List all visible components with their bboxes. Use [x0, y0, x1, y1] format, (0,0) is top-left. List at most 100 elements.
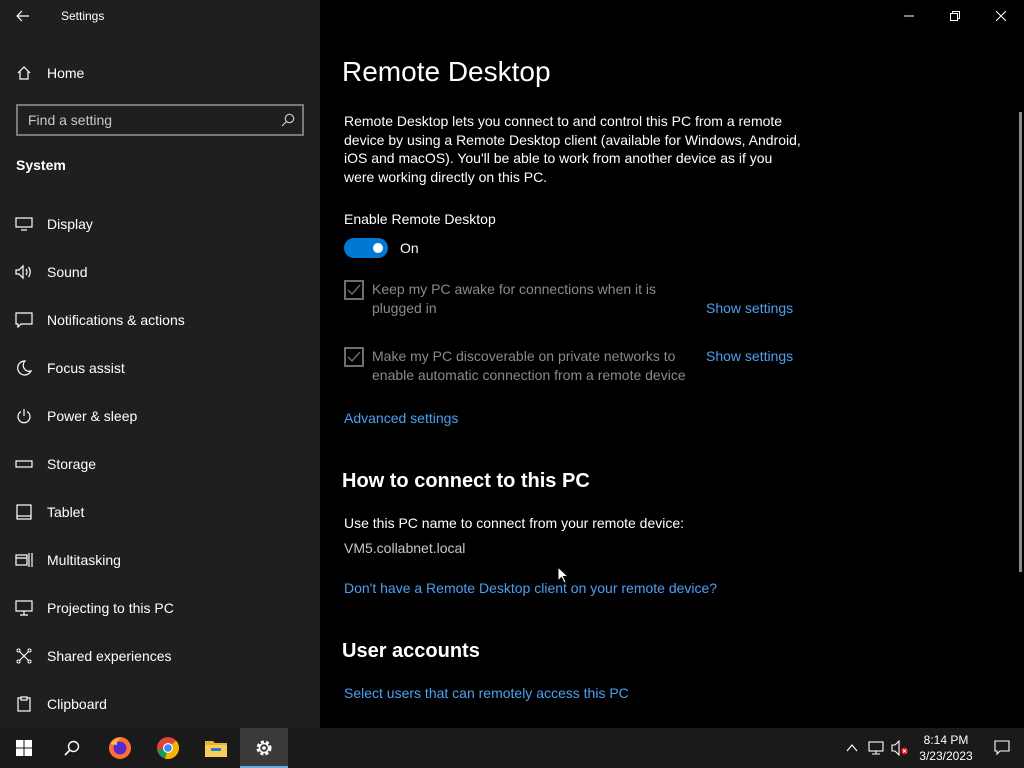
sidebar-item-storage[interactable]: Storage [0, 440, 320, 488]
sidebar-item-multitasking[interactable]: Multitasking [0, 536, 320, 584]
firefox-icon [109, 737, 131, 759]
enable-remote-desktop-toggle[interactable] [344, 238, 388, 258]
show-settings-link-2[interactable]: Show settings [706, 348, 793, 364]
keep-awake-checkbox[interactable] [344, 280, 364, 300]
search-icon [64, 740, 80, 756]
sidebar-item-label: Projecting to this PC [47, 600, 174, 616]
close-button[interactable] [978, 0, 1024, 32]
restore-icon [950, 11, 960, 21]
sidebar-item-notifications[interactable]: Notifications & actions [0, 296, 320, 344]
sidebar-item-label: Storage [47, 456, 97, 472]
checkmark-icon [347, 351, 361, 363]
sidebar-item-sound[interactable]: Sound [0, 248, 320, 296]
shared-icon [15, 647, 33, 665]
enable-remote-desktop-label: Enable Remote Desktop [344, 211, 496, 227]
checkmark-icon [347, 284, 361, 296]
scrollbar[interactable] [1019, 112, 1022, 572]
close-icon [996, 11, 1006, 21]
storage-icon [15, 455, 33, 473]
clock-time: 8:14 PM [923, 733, 969, 747]
moon-icon [15, 359, 33, 377]
taskbar-chrome[interactable] [144, 728, 192, 768]
window-controls [886, 0, 1024, 32]
advanced-settings-link[interactable]: Advanced settings [344, 410, 458, 426]
home-nav-item[interactable]: Home [0, 56, 320, 90]
network-icon [868, 741, 884, 755]
windows-logo-icon [16, 740, 32, 756]
action-center-icon [994, 740, 1010, 756]
sidebar-item-label: Power & sleep [47, 408, 138, 424]
monitor-icon [15, 215, 33, 233]
sidebar-item-label: Multitasking [47, 552, 121, 568]
minimize-button[interactable] [886, 0, 932, 32]
toggle-state-label: On [400, 240, 419, 256]
volume-muted-icon [891, 740, 908, 756]
taskbar-file-explorer[interactable] [192, 728, 240, 768]
search-input[interactable] [18, 112, 274, 128]
restore-button[interactable] [932, 0, 978, 32]
system-tray: 8:14 PM 3/23/2023 [840, 728, 1024, 768]
taskbar-search-button[interactable] [48, 728, 96, 768]
sidebar-item-projecting[interactable]: Projecting to this PC [0, 584, 320, 632]
folder-icon [205, 741, 227, 757]
tablet-icon [15, 503, 33, 521]
search-box[interactable] [16, 104, 304, 136]
get-client-link[interactable]: Don't have a Remote Desktop client on yo… [344, 580, 717, 596]
discoverable-label: Make my PC discoverable on private netwo… [372, 348, 686, 383]
toggle-knob [373, 243, 383, 253]
description: Remote Desktop lets you connect to and c… [344, 113, 801, 185]
pc-name-label: Use this PC name to connect from your re… [344, 515, 685, 531]
sidebar-nav: Display Sound Notifications & actions Fo… [0, 200, 320, 728]
show-hidden-icons-button[interactable] [840, 728, 864, 768]
search-icon[interactable] [274, 106, 302, 134]
user-accounts-heading: User accounts [342, 640, 480, 662]
projecting-icon [15, 599, 33, 617]
clock[interactable]: 8:14 PM 3/23/2023 [912, 732, 980, 764]
page-title: Remote Desktop [342, 56, 551, 87]
main-content: Remote Desktop Remote Desktop lets you c… [320, 0, 1024, 728]
sidebar-item-label: Focus assist [47, 360, 125, 376]
show-settings-link-1[interactable]: Show settings [706, 300, 793, 316]
speaker-icon [15, 263, 33, 281]
chrome-icon [157, 737, 180, 760]
how-to-connect-heading: How to connect to this PC [342, 470, 590, 492]
keep-awake-row: Keep my PC awake for connections when it… [344, 280, 692, 317]
notification-icon [15, 311, 33, 329]
taskbar-firefox[interactable] [96, 728, 144, 768]
start-button[interactable] [0, 728, 48, 768]
discoverable-checkbox[interactable] [344, 347, 364, 367]
clipboard-icon [15, 695, 33, 713]
back-button[interactable] [0, 0, 46, 32]
sidebar-item-tablet[interactable]: Tablet [0, 488, 320, 536]
action-center-button[interactable] [980, 728, 1024, 768]
keep-awake-label: Keep my PC awake for connections when it… [372, 281, 657, 316]
select-users-link[interactable]: Select users that can remotely access th… [344, 685, 629, 701]
title-bar: Settings [0, 0, 320, 32]
sidebar-item-display[interactable]: Display [0, 200, 320, 248]
sidebar-item-label: Shared experiences [47, 648, 172, 664]
home-label: Home [47, 65, 85, 81]
toggle-row: On [344, 238, 419, 258]
gear-icon [256, 740, 272, 756]
volume-button[interactable] [888, 728, 912, 768]
sidebar-item-label: Tablet [47, 504, 85, 520]
clock-date: 3/23/2023 [919, 749, 973, 763]
sidebar-item-clipboard[interactable]: Clipboard [0, 680, 320, 728]
mouse-cursor-icon [557, 566, 569, 584]
back-arrow-icon [16, 10, 29, 22]
sidebar-item-power[interactable]: Power & sleep [0, 392, 320, 440]
chevron-up-icon [846, 744, 858, 752]
taskbar-settings[interactable] [240, 728, 288, 768]
sidebar-item-focus-assist[interactable]: Focus assist [0, 344, 320, 392]
sidebar-item-label: Clipboard [47, 696, 107, 712]
discoverable-row: Make my PC discoverable on private netwo… [344, 347, 692, 384]
multitasking-icon [15, 551, 33, 569]
sidebar-item-label: Sound [47, 264, 88, 280]
network-button[interactable] [864, 728, 888, 768]
power-icon [15, 407, 33, 425]
sidebar-item-shared-experiences[interactable]: Shared experiences [0, 632, 320, 680]
home-icon [16, 65, 32, 81]
section-title: System [16, 157, 66, 173]
pc-name-value: VM5.collabnet.local [344, 540, 466, 556]
sidebar-item-label: Notifications & actions [47, 312, 185, 328]
